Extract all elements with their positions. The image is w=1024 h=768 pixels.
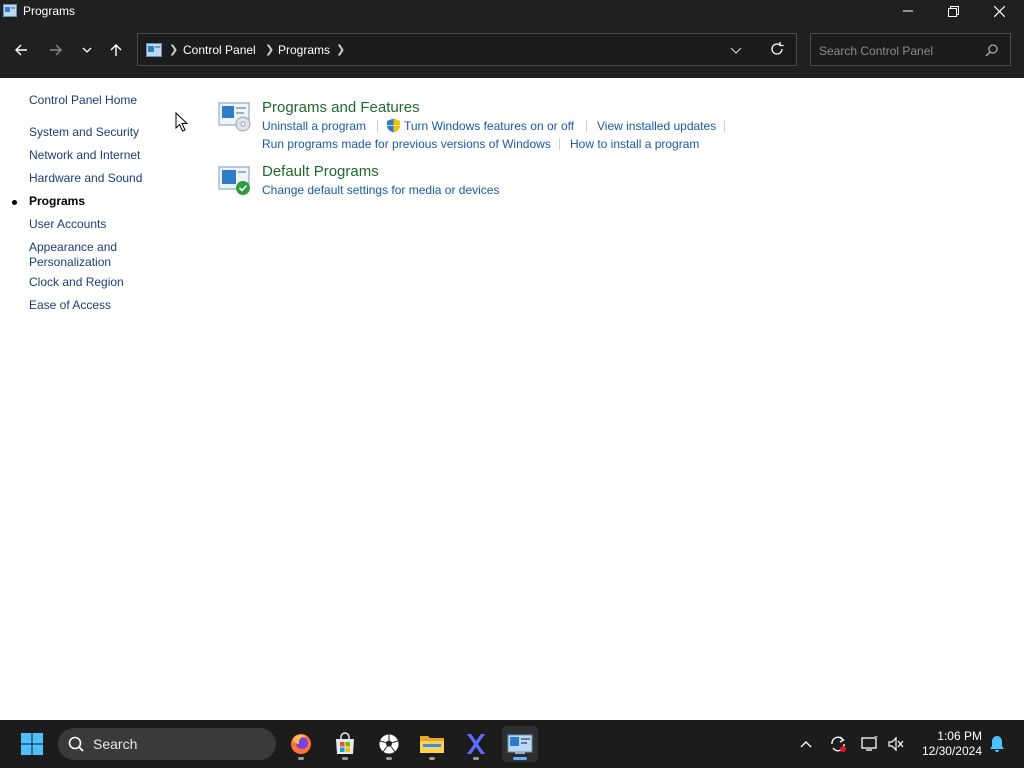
address-toolbar: ❯ Control Panel ❯ Programs ❯ Search Cont… bbox=[0, 22, 1024, 78]
sidebar-item-user-accounts[interactable]: User Accounts bbox=[29, 217, 106, 232]
restore-button[interactable] bbox=[930, 0, 976, 22]
taskbar-search[interactable]: Search bbox=[58, 728, 276, 760]
window-title: Programs bbox=[23, 4, 76, 18]
control-panel-icon bbox=[507, 734, 533, 754]
x-app-icon bbox=[467, 734, 485, 754]
breadcrumb-control-panel[interactable]: Control Panel bbox=[183, 43, 256, 57]
link-separator bbox=[377, 120, 378, 132]
running-indicator bbox=[386, 757, 392, 760]
start-button[interactable] bbox=[14, 726, 50, 762]
taskbar-app-file-explorer[interactable] bbox=[414, 726, 450, 762]
sidebar-item-network-internet[interactable]: Network and Internet bbox=[29, 148, 140, 163]
tray-volume-button[interactable] bbox=[884, 732, 908, 756]
sidebar-item-hardware-sound[interactable]: Hardware and Sound bbox=[29, 171, 142, 186]
forward-button[interactable] bbox=[44, 38, 68, 62]
refresh-button[interactable] bbox=[770, 42, 786, 58]
sidebar-item-appearance[interactable]: Appearance and Personalization bbox=[29, 240, 117, 270]
clock-date: 12/30/2024 bbox=[921, 744, 982, 758]
taskbar-app-control-panel[interactable] bbox=[502, 726, 538, 762]
control-panel-icon bbox=[3, 4, 17, 17]
link-separator bbox=[559, 138, 560, 150]
restore-icon bbox=[947, 5, 959, 17]
default-programs-title[interactable]: Default Programs bbox=[262, 163, 379, 180]
close-icon bbox=[993, 5, 1005, 17]
taskbar-clock[interactable]: 1:06 PM 12/30/2024 bbox=[922, 729, 982, 759]
sidebar-item-ease-of-access[interactable]: Ease of Access bbox=[29, 298, 111, 313]
store-icon bbox=[336, 732, 354, 754]
up-button[interactable] bbox=[104, 38, 128, 62]
tray-sync-button[interactable] bbox=[826, 732, 850, 756]
running-indicator bbox=[342, 757, 348, 760]
breadcrumb-separator-icon: ❯ bbox=[169, 44, 179, 56]
control-panel-icon bbox=[146, 43, 162, 57]
chevron-down-icon bbox=[730, 47, 742, 54]
soccer-ball-icon bbox=[378, 733, 400, 755]
windows-logo-icon bbox=[21, 733, 43, 755]
network-icon bbox=[861, 736, 878, 751]
compatibility-link[interactable]: Run programs made for previous versions … bbox=[262, 137, 551, 151]
notifications-button[interactable] bbox=[985, 732, 1009, 756]
change-defaults-link[interactable]: Change default settings for media or dev… bbox=[262, 183, 499, 197]
breadcrumb-separator-icon: ❯ bbox=[265, 44, 275, 56]
running-indicator bbox=[429, 757, 435, 760]
clock-time: 1:06 PM bbox=[937, 729, 982, 743]
breadcrumb-separator-icon: ❯ bbox=[336, 44, 346, 56]
programs-features-title[interactable]: Programs and Features bbox=[262, 99, 420, 116]
sync-icon bbox=[831, 736, 846, 752]
arrow-up-icon bbox=[110, 44, 122, 56]
taskbar-app-game[interactable] bbox=[371, 726, 407, 762]
show-hidden-icons-button[interactable] bbox=[794, 732, 818, 756]
tray-network-button[interactable] bbox=[858, 732, 882, 756]
default-programs-icon[interactable] bbox=[218, 166, 252, 196]
sidebar-item-control-panel-home[interactable]: Control Panel Home bbox=[29, 93, 137, 108]
search-icon bbox=[985, 44, 998, 57]
recent-locations-button[interactable] bbox=[75, 38, 99, 62]
arrow-left-icon bbox=[15, 44, 27, 56]
arrow-right-icon bbox=[50, 44, 62, 56]
mouse-cursor-icon bbox=[175, 112, 189, 132]
bell-icon bbox=[990, 736, 1004, 752]
address-bar[interactable]: ❯ Control Panel ❯ Programs ❯ bbox=[137, 33, 797, 66]
taskbar-app-store[interactable] bbox=[327, 726, 363, 762]
link-separator bbox=[724, 120, 725, 132]
minimize-icon bbox=[903, 10, 913, 12]
running-indicator bbox=[473, 757, 479, 760]
taskbar-app-firefox[interactable] bbox=[283, 726, 319, 762]
windows-features-link[interactable]: Turn Windows features on or off bbox=[404, 119, 574, 133]
programs-features-icon[interactable] bbox=[218, 102, 252, 132]
title-bar: Programs bbox=[0, 0, 1024, 22]
uninstall-program-link[interactable]: Uninstall a program bbox=[262, 119, 366, 133]
chevron-down-icon bbox=[82, 47, 92, 53]
running-indicator bbox=[298, 757, 304, 760]
taskbar: Search 1:06 PM 12/30/2024 bbox=[0, 720, 1024, 768]
close-button[interactable] bbox=[976, 0, 1022, 22]
chevron-up-icon bbox=[800, 741, 812, 748]
active-bullet bbox=[12, 200, 17, 205]
address-history-button[interactable] bbox=[730, 44, 746, 56]
volume-muted-icon bbox=[888, 736, 904, 752]
how-to-install-link[interactable]: How to install a program bbox=[570, 137, 699, 151]
active-indicator bbox=[513, 757, 527, 760]
minimize-button[interactable] bbox=[885, 0, 931, 22]
uac-shield-icon bbox=[387, 118, 400, 133]
sidebar-item-system-security[interactable]: System and Security bbox=[29, 125, 139, 140]
sidebar-item-programs[interactable]: Programs bbox=[29, 194, 85, 209]
sidebar-item-clock-region[interactable]: Clock and Region bbox=[29, 275, 124, 290]
back-button[interactable] bbox=[9, 38, 33, 62]
search-input[interactable]: Search Control Panel bbox=[810, 33, 1011, 66]
taskbar-app-x[interactable] bbox=[458, 726, 494, 762]
search-placeholder: Search Control Panel bbox=[819, 44, 934, 58]
breadcrumb-programs[interactable]: Programs bbox=[278, 43, 330, 57]
search-icon bbox=[68, 736, 84, 752]
firefox-icon bbox=[291, 734, 311, 754]
file-explorer-icon bbox=[420, 736, 444, 753]
refresh-icon bbox=[771, 42, 784, 55]
taskbar-search-label: Search bbox=[93, 736, 138, 752]
view-installed-updates-link[interactable]: View installed updates bbox=[597, 119, 716, 133]
link-separator bbox=[586, 120, 587, 132]
